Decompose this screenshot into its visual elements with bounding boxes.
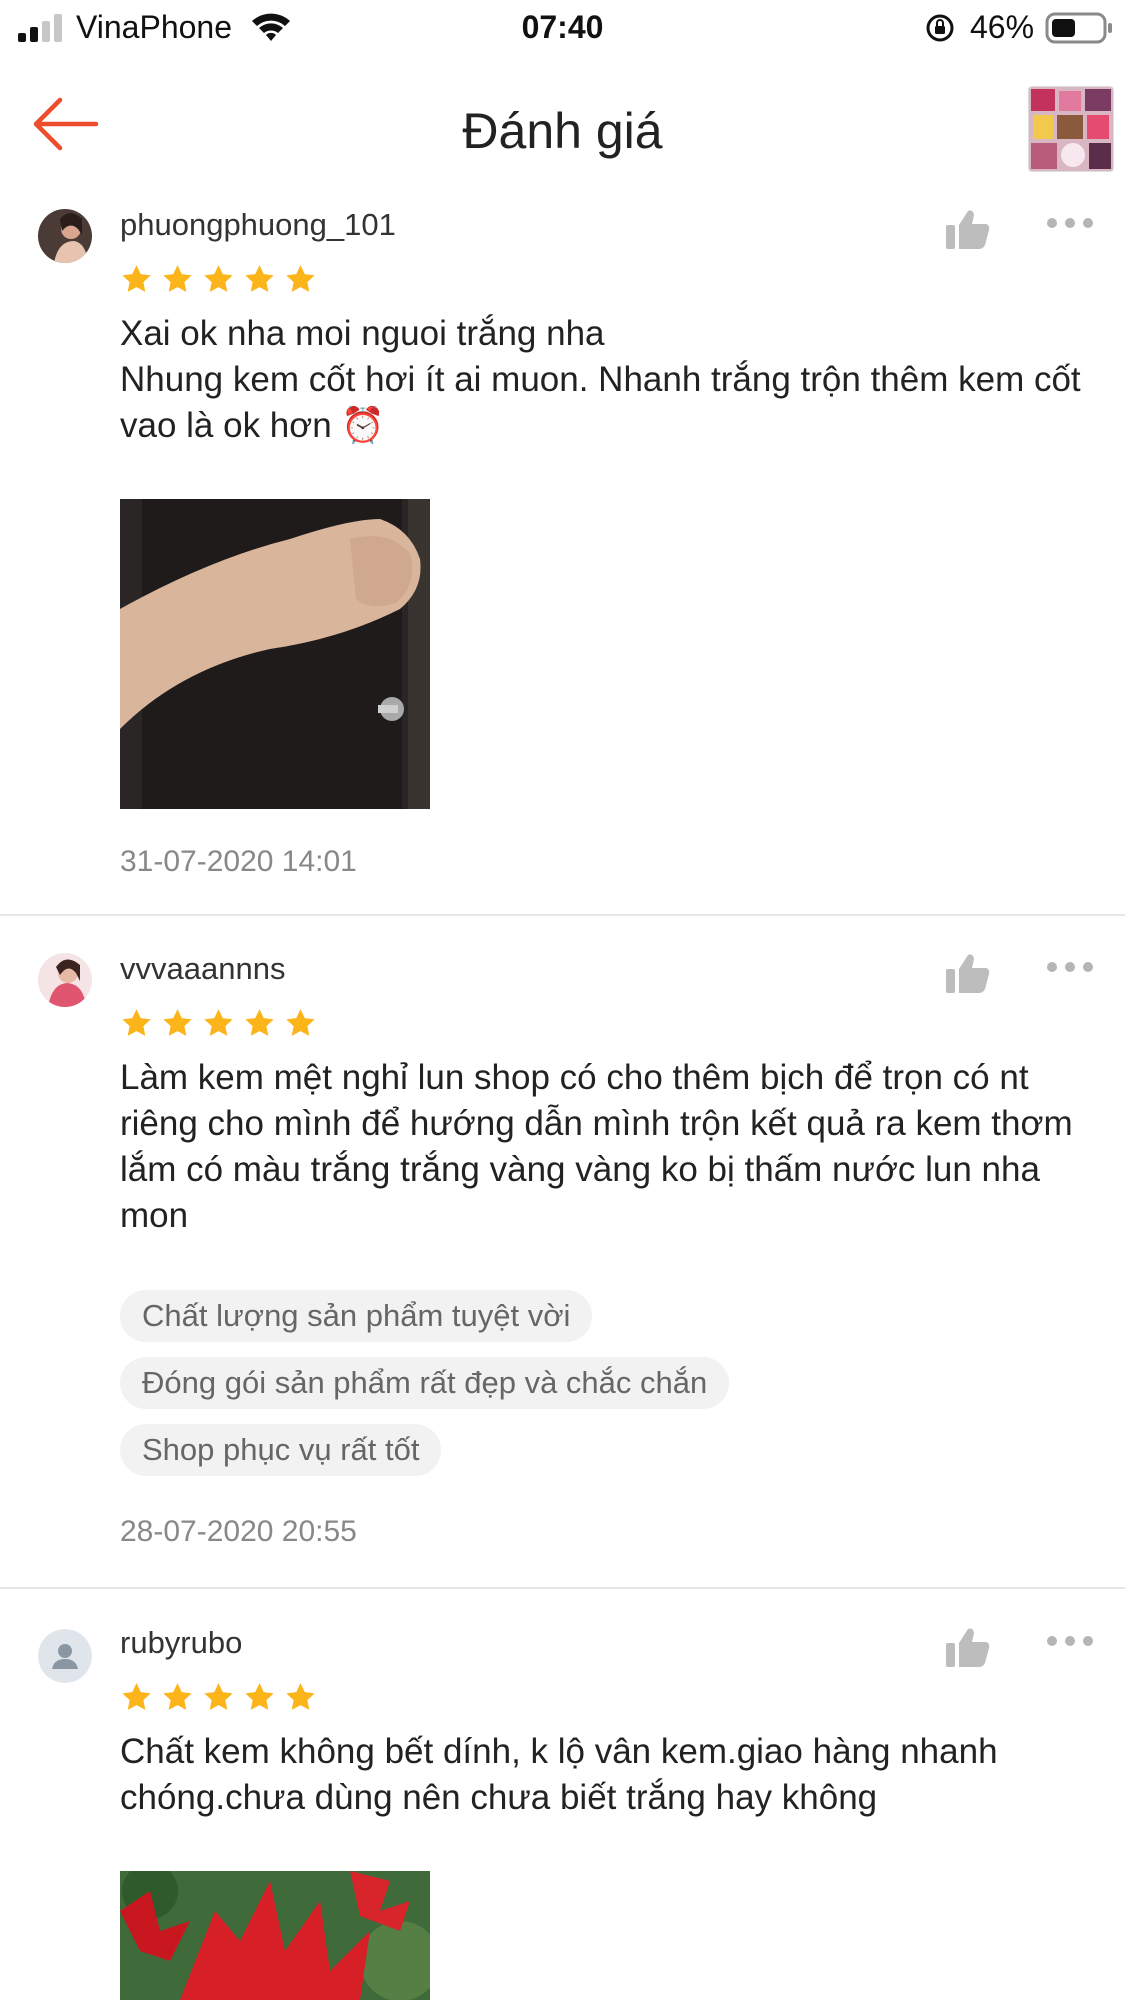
more-options-icon[interactable] xyxy=(1046,1631,1094,1651)
review-comment: Xai ok nha moi nguoi trắng nha Nhung kem… xyxy=(120,314,1081,445)
star-icon xyxy=(122,1683,151,1710)
username: rubyrubo xyxy=(120,1625,243,1660)
review-tag: Shop phục vụ rất tốt xyxy=(120,1424,442,1476)
clock-time: 07:40 xyxy=(521,9,604,45)
star-icon xyxy=(122,1009,151,1036)
review-photo[interactable] xyxy=(120,499,430,809)
star-icon xyxy=(245,1009,274,1036)
star-icon xyxy=(286,1009,315,1036)
thumbs-up-icon[interactable] xyxy=(946,953,990,993)
page-title: Đánh giá xyxy=(462,103,663,159)
star-icon xyxy=(122,265,151,292)
review-item: vvvaaannns Làm kem mệt nghỉ lun shop có … xyxy=(0,935,1125,1589)
review-timestamp: 28-07-2020 20:55 xyxy=(120,1515,357,1548)
status-bar: VinaPhone 07:40 46% xyxy=(0,0,1125,56)
battery-percent: 46% xyxy=(970,9,1035,45)
review-photo[interactable] xyxy=(120,1871,430,2000)
product-thumbnail[interactable] xyxy=(1028,86,1114,172)
avatar[interactable] xyxy=(38,209,92,263)
star-icon xyxy=(204,265,233,292)
review-timestamp: 31-07-2020 14:01 xyxy=(120,845,357,878)
more-options-icon[interactable] xyxy=(1046,213,1094,233)
review-comment: Chất kem không bết dính, k lộ vân kem.gi… xyxy=(120,1732,998,1817)
review-item: phuongphuong_101 Xai ok nha moi nguoi tr… xyxy=(0,191,1125,916)
more-options-icon[interactable] xyxy=(1046,957,1094,977)
review-comment: Làm kem mệt nghỉ lun shop có cho thêm bị… xyxy=(120,1058,1073,1235)
default-avatar-icon xyxy=(38,1629,92,1683)
battery-icon xyxy=(1045,12,1112,44)
star-icon xyxy=(163,1009,192,1036)
thumbs-up-icon[interactable] xyxy=(946,1627,990,1667)
star-icon xyxy=(245,1683,274,1710)
app-header: Đánh giá xyxy=(0,56,1125,186)
review-tag: Đóng gói sản phẩm rất đẹp và chắc chắn xyxy=(120,1357,730,1409)
review-tag: Chất lượng sản phẩm tuyệt vời xyxy=(120,1290,593,1342)
avatar[interactable] xyxy=(38,1629,92,1683)
star-icon xyxy=(245,265,274,292)
star-icon xyxy=(286,265,315,292)
star-icon xyxy=(204,1683,233,1710)
star-icon xyxy=(163,265,192,292)
rotation-lock-icon xyxy=(926,14,954,42)
star-icon xyxy=(286,1683,315,1710)
username: vvvaaannns xyxy=(120,951,286,986)
star-rating xyxy=(120,1681,317,1717)
star-rating xyxy=(120,263,317,299)
review-item: rubyrubo Chất kem không bết dính, k lộ v… xyxy=(0,1609,1125,2000)
star-rating xyxy=(120,1007,317,1043)
username: phuongphuong_101 xyxy=(120,207,396,242)
star-icon xyxy=(163,1683,192,1710)
avatar[interactable] xyxy=(38,953,92,1007)
thumbs-up-icon[interactable] xyxy=(946,209,990,249)
star-icon xyxy=(204,1009,233,1036)
review-tags: Chất lượng sản phẩm tuyệt vời Đóng gói s… xyxy=(120,1290,730,1476)
